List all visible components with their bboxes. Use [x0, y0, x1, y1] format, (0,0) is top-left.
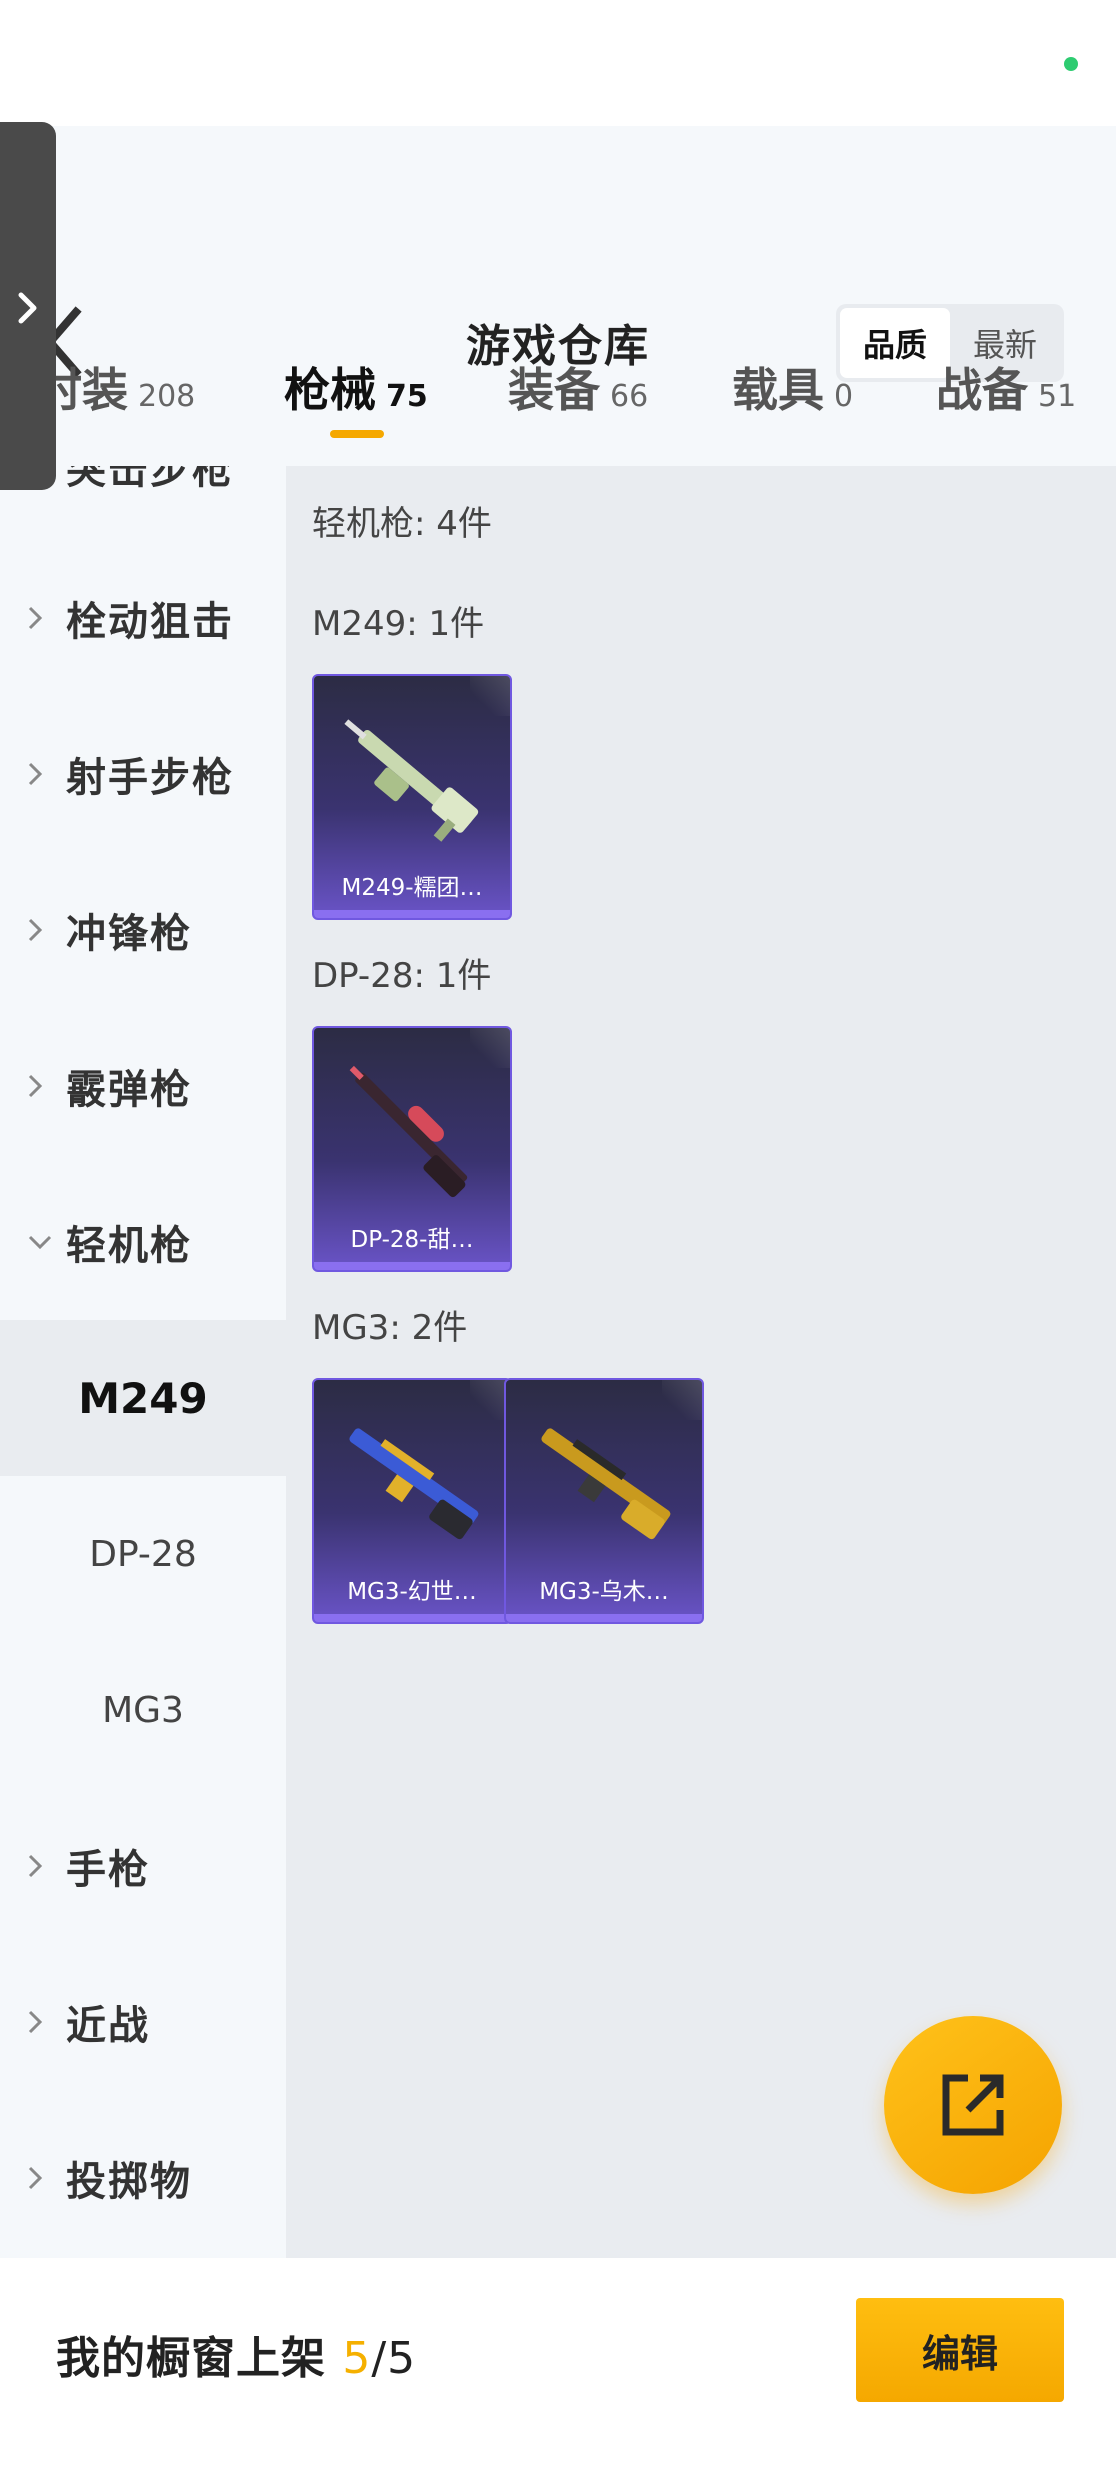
sidebar-item-melee[interactable]: 近战	[0, 1944, 286, 2100]
tab-label: 枪械	[284, 363, 376, 417]
item-grid-panel: 轻机枪: 4件 M249: 1件 M249-糯团… DP-28: 1件 DP-2…	[286, 466, 1116, 2258]
item-card-m249[interactable]: M249-糯团…	[312, 674, 512, 920]
sidebar-subitem-dp28[interactable]: DP-28	[0, 1476, 286, 1632]
tab-label: 战备	[936, 363, 1028, 417]
sidebar-item-throwable[interactable]: 投掷物	[0, 2100, 286, 2256]
chevron-right-icon	[26, 2164, 56, 2192]
tab-count: 0	[834, 379, 854, 414]
chevron-right-icon	[26, 1852, 56, 1880]
chevron-right-icon	[26, 760, 56, 788]
tab-count: 66	[610, 379, 649, 414]
tab-fashion[interactable]: 时装 208	[36, 354, 195, 420]
item-name: MG3-幻世…	[347, 1579, 477, 1605]
item-name: M249-糯团…	[341, 875, 483, 901]
section-title-mg3: MG3: 2件	[312, 1308, 468, 1348]
sidebar-item-label: 投掷物	[66, 2159, 192, 2205]
category-sidebar: 突击步枪 栓动狙击 射手步枪 冲锋枪 霰弹枪 轻机枪 M249 DP-28 MG…	[0, 466, 286, 2258]
rarity-bar	[314, 1262, 510, 1270]
showcase-separator: /	[371, 2333, 388, 2384]
side-drawer-handle[interactable]	[0, 122, 56, 490]
showcase-label: 我的橱窗上架	[56, 2333, 326, 2384]
tab-label: 装备	[508, 363, 600, 417]
item-name: DP-28-甜…	[350, 1227, 474, 1253]
bottom-bar: 我的橱窗上架 5/5 编辑	[0, 2258, 1116, 2484]
item-name: MG3-乌木…	[539, 1579, 669, 1605]
item-card-dp28[interactable]: DP-28-甜…	[312, 1026, 512, 1272]
item-card-mg3-1[interactable]: MG3-幻世…	[312, 1378, 512, 1624]
sidebar-item-label: 突击步枪	[66, 466, 234, 493]
external-link-icon	[942, 2074, 1004, 2136]
sidebar-item-pistol[interactable]: 手枪	[0, 1788, 286, 1944]
edit-button[interactable]: 编辑	[856, 2298, 1064, 2402]
active-tab-indicator	[330, 430, 384, 438]
group-title: 轻机枪: 4件	[312, 504, 492, 544]
category-tabs: 时装 208 枪械 75 装备 66 载具 0 战备 51	[0, 340, 1116, 450]
sidebar-item-label: 轻机枪	[66, 1223, 192, 1269]
tab-label: 载具	[732, 363, 824, 417]
sidebar-item-shotgun[interactable]: 霰弹枪	[0, 1008, 286, 1164]
section-title-m249: M249: 1件	[312, 604, 485, 644]
showcase-total: 5	[387, 2333, 417, 2384]
sidebar-subitem-mg3[interactable]: MG3	[0, 1632, 286, 1788]
chevron-right-icon	[26, 1072, 56, 1100]
tab-combat-gear[interactable]: 战备 51	[936, 354, 1076, 420]
sidebar-item-label: 霰弹枪	[66, 1067, 192, 1113]
dp28-skin-image	[349, 1065, 468, 1198]
chevron-right-icon	[18, 292, 37, 324]
sidebar-item-smg[interactable]: 冲锋枪	[0, 852, 286, 1008]
share-fab-button[interactable]	[884, 2016, 1062, 2194]
chevron-right-icon	[26, 604, 56, 632]
item-card-mg3-2[interactable]: MG3-乌木…	[504, 1378, 704, 1624]
mg3-skin-image	[349, 1428, 479, 1540]
sidebar-item-bolt-sniper[interactable]: 栓动狙击	[0, 540, 286, 696]
chevron-right-icon	[26, 916, 56, 944]
rarity-bar	[314, 1614, 510, 1622]
m249-skin-image	[344, 719, 479, 842]
tab-equipment[interactable]: 装备 66	[508, 354, 648, 420]
section-title-dp28: DP-28: 1件	[312, 956, 492, 996]
status-indicator-dot	[1064, 57, 1078, 71]
showcase-status: 我的橱窗上架 5/5	[56, 2322, 416, 2386]
sidebar-item-label: 射手步枪	[66, 755, 234, 801]
rarity-bar	[506, 1614, 702, 1622]
sidebar-item-label: 近战	[66, 2003, 150, 2049]
sidebar-item-label: 栓动狙击	[66, 599, 234, 645]
sidebar-item-dmr[interactable]: 射手步枪	[0, 696, 286, 852]
mg3-skin-image	[541, 1428, 671, 1540]
tab-count: 208	[138, 379, 196, 414]
sidebar-item-label: 冲锋枪	[66, 911, 192, 957]
sidebar-item-label: 手枪	[66, 1847, 150, 1893]
chevron-down-icon	[26, 1233, 56, 1251]
rarity-bar	[314, 910, 510, 918]
sidebar-item-lmg[interactable]: 轻机枪	[0, 1164, 286, 1320]
tab-count: 51	[1038, 379, 1077, 414]
tab-firearms[interactable]: 枪械 75	[284, 354, 428, 420]
tab-vehicles[interactable]: 载具 0	[732, 354, 853, 420]
sidebar-subitem-m249[interactable]: M249	[0, 1320, 286, 1476]
chevron-right-icon	[26, 2008, 56, 2036]
showcase-count: 5	[342, 2333, 372, 2384]
tab-count: 75	[386, 379, 428, 414]
status-bar	[0, 0, 1116, 126]
